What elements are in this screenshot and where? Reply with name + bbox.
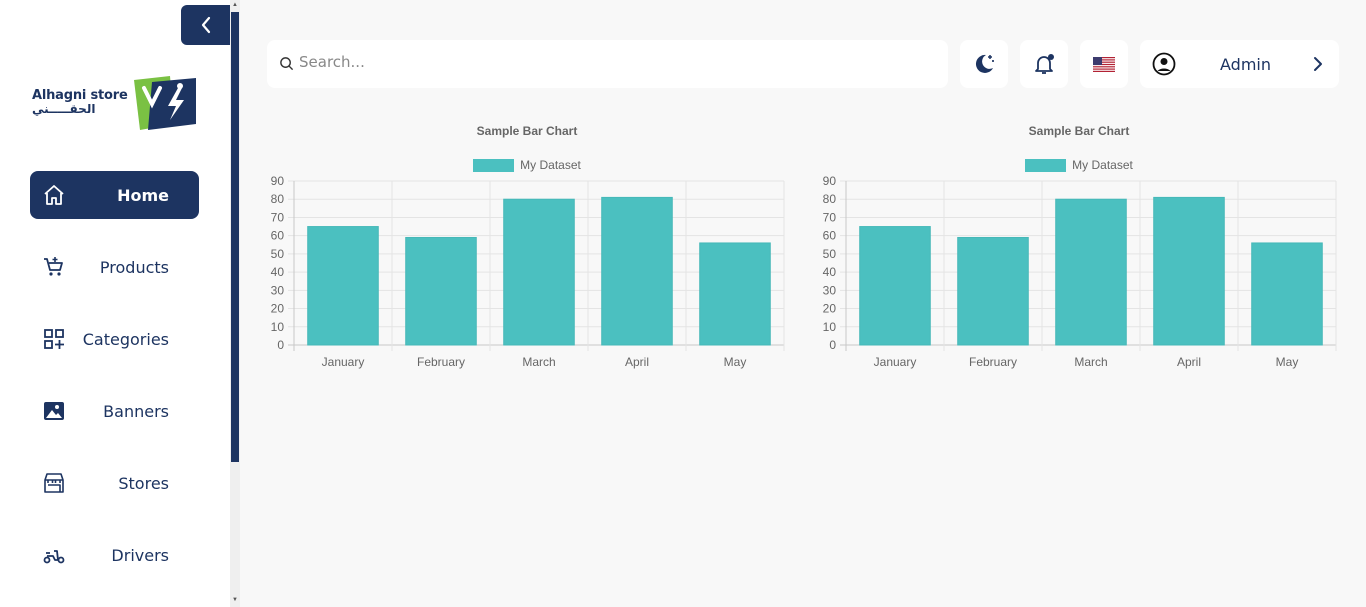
user-name: Admin <box>1220 55 1271 74</box>
logo-arabic-text: الحقـــــني <box>32 102 96 116</box>
x-tick-label: May <box>1276 355 1299 369</box>
sidebar-collapse-button[interactable] <box>181 5 230 45</box>
y-tick-label: 40 <box>823 265 837 279</box>
y-tick-label: 20 <box>271 302 285 316</box>
x-tick-label: February <box>417 355 465 369</box>
cart-icon <box>44 257 63 276</box>
user-menu-button[interactable]: Admin <box>1140 40 1339 88</box>
sidebar-item-stores[interactable]: Stores <box>30 459 199 507</box>
y-tick-label: 10 <box>823 320 837 334</box>
y-tick-label: 30 <box>823 283 837 297</box>
notifications-button[interactable] <box>1020 40 1068 88</box>
bar <box>503 198 575 346</box>
sidebar-item-products[interactable]: Products <box>30 243 199 291</box>
moon-stars-icon <box>975 54 994 73</box>
sidebar-item-label: Categories <box>82 329 169 349</box>
bell-icon <box>1035 54 1054 74</box>
y-tick-label: 60 <box>823 229 837 243</box>
x-tick-label: March <box>522 355 555 369</box>
y-tick-label: 70 <box>271 210 285 224</box>
us-flag-icon <box>1093 56 1115 72</box>
y-tick-label: 20 <box>823 302 837 316</box>
chart-plot: 0 10 20 30 40 50 60 70 80 90 January February March A… <box>271 174 785 369</box>
user-circle-icon <box>1152 52 1176 76</box>
bar <box>1251 242 1323 346</box>
logo[interactable]: Alhagni store الحقـــــني <box>30 74 200 134</box>
scroll-up-arrow-icon[interactable]: ▲ <box>232 2 238 8</box>
bar <box>1055 198 1127 346</box>
x-tick-label: March <box>1074 355 1107 369</box>
bar-chart-1: Sample Bar Chart My Dataset 0 10 20 30 40 50 6… <box>262 118 792 378</box>
y-tick-label: 0 <box>829 338 836 352</box>
bar <box>601 196 673 346</box>
y-tick-label: 50 <box>271 247 285 261</box>
bar <box>307 226 379 346</box>
x-tick-label: April <box>1177 355 1201 369</box>
x-tick-label: May <box>724 355 747 369</box>
language-button[interactable] <box>1080 40 1128 88</box>
y-tick-label: 40 <box>271 265 285 279</box>
x-tick-label: January <box>874 355 917 369</box>
bar <box>859 226 931 346</box>
y-tick-label: 50 <box>823 247 837 261</box>
bar <box>405 236 477 346</box>
store-icon <box>44 473 64 493</box>
sidebar-item-label: Home <box>117 185 169 205</box>
y-tick-label: 10 <box>271 320 285 334</box>
bar <box>957 236 1029 346</box>
sidebar-item-banners[interactable]: Banners <box>30 387 199 435</box>
y-tick-label: 30 <box>271 283 285 297</box>
sidebar-item-home[interactable]: Home <box>30 171 199 219</box>
sidebar-item-label: Products <box>99 257 169 277</box>
search-input[interactable] <box>299 53 899 71</box>
sidebar-scrollbar[interactable]: ▲ ▼ <box>230 0 240 607</box>
y-tick-label: 0 <box>277 338 284 352</box>
x-tick-label: April <box>625 355 649 369</box>
sidebar-item-label: Stores <box>118 473 169 493</box>
logo-text: Alhagni store <box>32 88 128 103</box>
x-tick-label: February <box>969 355 1017 369</box>
bar <box>1153 196 1225 346</box>
categories-icon <box>44 329 64 349</box>
search-bar[interactable] <box>267 40 948 88</box>
scroll-down-arrow-icon[interactable]: ▼ <box>232 597 238 603</box>
sidebar: Alhagni store الحقـــــني Home Products … <box>0 0 230 607</box>
bar-chart-2: Sample Bar Chart My Dataset 0 10 20 30 40 50 6… <box>814 118 1344 378</box>
search-icon <box>280 57 294 71</box>
y-tick-label: 90 <box>823 174 837 188</box>
chevron-left-icon <box>201 16 210 34</box>
chevron-right-icon <box>1314 57 1322 71</box>
home-icon <box>44 185 64 205</box>
logo-mark-icon <box>134 76 196 130</box>
sidebar-item-label: Drivers <box>111 545 169 565</box>
y-tick-label: 60 <box>271 229 285 243</box>
chart-plot: 0 10 20 30 40 50 60 70 80 90 January February March A… <box>823 174 1337 369</box>
sidebar-item-drivers[interactable]: Drivers <box>30 531 199 579</box>
y-tick-label: 80 <box>271 192 285 206</box>
y-tick-label: 70 <box>823 210 837 224</box>
x-tick-label: January <box>322 355 365 369</box>
sidebar-item-categories[interactable]: Categories <box>30 315 199 363</box>
y-tick-label: 80 <box>823 192 837 206</box>
bar <box>699 242 771 346</box>
y-tick-label: 90 <box>271 174 285 188</box>
theme-toggle-button[interactable] <box>960 40 1008 88</box>
scooter-icon <box>43 550 65 564</box>
sidebar-item-label: Banners <box>103 401 169 421</box>
scrollbar-thumb[interactable] <box>231 12 239 462</box>
image-icon <box>44 402 64 420</box>
